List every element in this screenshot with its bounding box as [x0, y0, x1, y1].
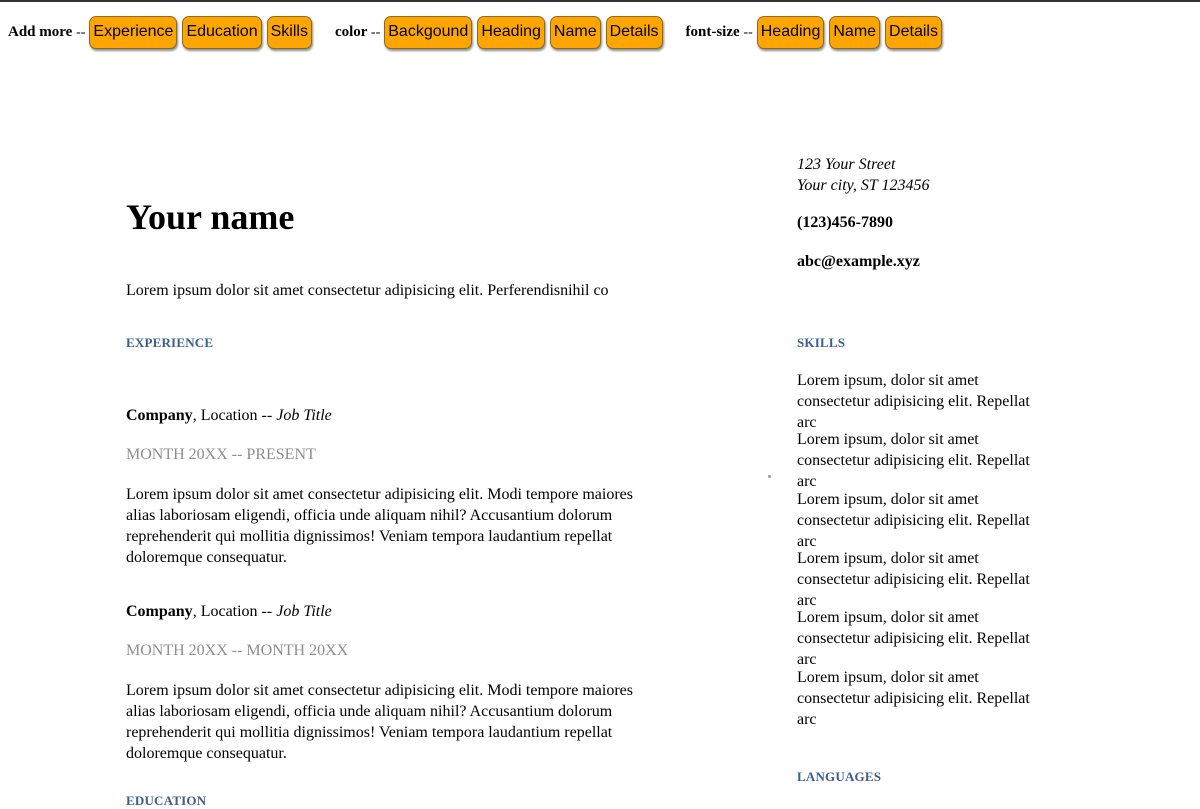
- job-1-description: Lorem ipsum dolor sit amet consectetur a…: [126, 486, 633, 566]
- color-details-button[interactable]: Details: [605, 15, 663, 49]
- skill-item: Lorem ipsum, dolor sit amet consectetur …: [797, 609, 1030, 668]
- experience-heading: EXPERIENCE: [126, 335, 214, 350]
- font-size-heading-button[interactable]: Heading: [756, 15, 825, 49]
- skill-item: Lorem ipsum, dolor sit amet consectetur …: [797, 372, 1030, 431]
- color-name-button[interactable]: Name: [549, 15, 601, 49]
- font-size-label: font-size --: [685, 23, 753, 40]
- job-1-header: Company, Location -- Job Title: [126, 407, 332, 425]
- skill-item: Lorem ipsum, dolor sit amet consectetur …: [797, 491, 1030, 550]
- font-size-name-button[interactable]: Name: [829, 15, 881, 49]
- job-1-title: Job Title: [276, 407, 332, 424]
- job-2-title: Job Title: [276, 603, 332, 620]
- color-label: color --: [334, 23, 381, 40]
- address-line-2: Your city, ST 123456: [797, 177, 930, 194]
- job-1-dates: MONTH 20XX -- PRESENT: [126, 446, 316, 463]
- job-2-dates: MONTH 20XX -- MONTH 20XX: [126, 642, 349, 659]
- color-heading-button[interactable]: Heading: [477, 15, 545, 49]
- add-skills-button[interactable]: Skills: [266, 15, 312, 49]
- resume-name: Your name: [126, 197, 295, 237]
- color-background-button[interactable]: Backgound: [384, 15, 473, 49]
- address: 123 Your Street Your city, ST 123456: [797, 154, 929, 196]
- job-2-location: , Location --: [192, 603, 277, 620]
- job-2-header: Company, Location -- Job Title: [126, 603, 332, 621]
- add-experience-button[interactable]: Experience: [89, 15, 178, 49]
- skill-item: Lorem ipsum, dolor sit amet consectetur …: [797, 669, 1030, 728]
- job-1-company: Company: [126, 407, 193, 424]
- font-size-details-button[interactable]: Details: [885, 15, 942, 49]
- customize-toolbar: Add more -- Experience Education Skills …: [8, 14, 947, 50]
- add-more-label: Add more --: [8, 23, 86, 40]
- skill-item: Lorem ipsum, dolor sit amet consectetur …: [797, 550, 1030, 609]
- add-education-button[interactable]: Education: [182, 15, 262, 49]
- divider-dot: [768, 475, 771, 478]
- job-2-description: Lorem ipsum dolor sit amet consectetur a…: [126, 682, 633, 762]
- address-line-1: 123 Your Street: [797, 156, 896, 173]
- job-1-location: , Location --: [192, 407, 277, 424]
- resume-intro: Lorem ipsum dolor sit amet consectetur a…: [126, 282, 609, 299]
- skills-heading: SKILLS: [797, 335, 846, 350]
- languages-heading: LANGUAGES: [797, 769, 882, 784]
- education-heading: EDUCATION: [126, 793, 207, 808]
- job-2-company: Company: [126, 603, 193, 620]
- email-address: abc@example.xyz: [797, 253, 920, 270]
- top-border: [0, 0, 1200, 2]
- skill-item: Lorem ipsum, dolor sit amet consectetur …: [797, 431, 1030, 490]
- phone-number: (123)456-7890: [797, 214, 893, 231]
